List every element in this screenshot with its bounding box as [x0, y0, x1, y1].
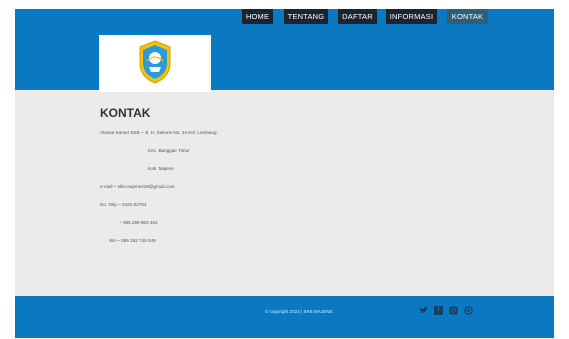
copyright-text: © copyright 2023 | SKB MAJENE: [265, 309, 333, 314]
nav-informasi[interactable]: INFORMASI: [386, 9, 437, 24]
district-line: Kec. Banggae Timur: [148, 148, 190, 153]
facebook-icon[interactable]: f: [434, 306, 443, 315]
mobile-line: ~ 085 299 953 454: [119, 220, 158, 225]
nav-home[interactable]: HOME: [242, 9, 273, 24]
nav-tentang[interactable]: TENTANG: [284, 9, 328, 24]
instagram-icon[interactable]: [449, 306, 458, 315]
phone-line: No. Telp ~ 0422-22754: [100, 202, 147, 207]
email-line[interactable]: e-mail ~ skb.majene229@gmail.com: [100, 184, 175, 189]
whatsapp-line: WA ~ 085 352 745 549: [109, 238, 156, 243]
logo-box[interactable]: [99, 35, 211, 92]
regency-line: Kab. Majene: [148, 166, 174, 171]
site-header: HOME TENTANG DAFTAR INFORMASI KONTAK: [15, 9, 554, 92]
nav-kontak[interactable]: KONTAK: [447, 9, 488, 24]
whatsapp-icon[interactable]: [464, 306, 473, 315]
twitter-icon[interactable]: [419, 306, 428, 315]
address-line: Alamat Kantor SKB ~ Jl. H. Saleme No. 24…: [100, 130, 217, 135]
page: HOME TENTANG DAFTAR INFORMASI KONTAK KON…: [15, 9, 554, 338]
page-title: KONTAK: [100, 106, 151, 120]
site-footer: © copyright 2023 | SKB MAJENE f: [15, 296, 554, 338]
tut-wuri-handayani-emblem-icon: [139, 40, 171, 84]
nav-daftar[interactable]: DAFTAR: [338, 9, 377, 24]
